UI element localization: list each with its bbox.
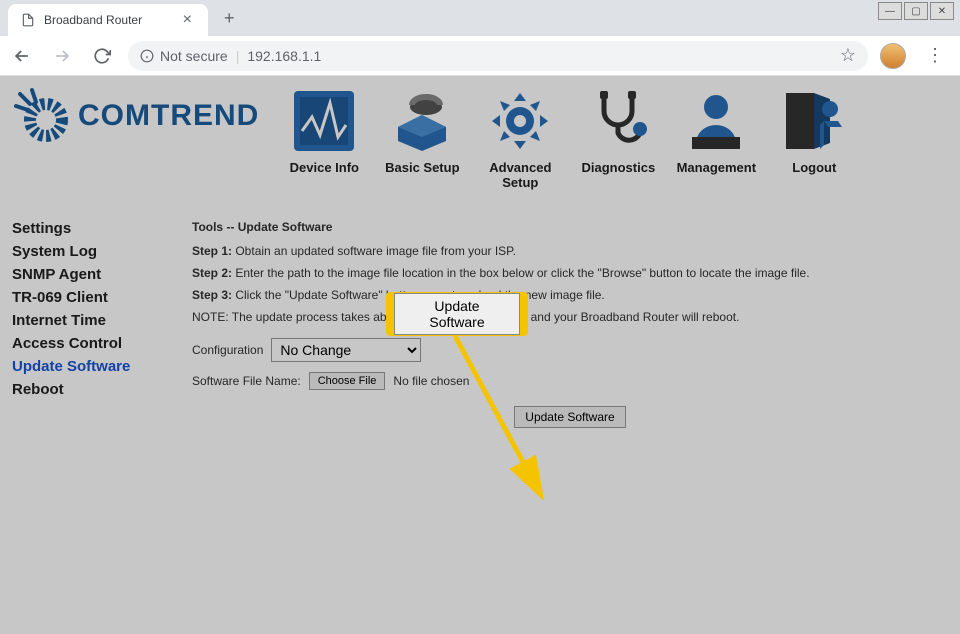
- file-chosen-text: No file chosen: [393, 374, 469, 388]
- close-window-button[interactable]: ✕: [930, 2, 954, 20]
- minimize-button[interactable]: —: [878, 2, 902, 20]
- nav-advanced-setup[interactable]: Advanced Setup: [475, 86, 565, 190]
- sidebar-item-snmp-agent[interactable]: SNMP Agent: [12, 266, 192, 283]
- choose-file-button[interactable]: Choose File: [309, 372, 386, 390]
- update-software-button[interactable]: Update Software: [514, 406, 625, 428]
- step-2: Step 2: Enter the path to the image file…: [192, 266, 948, 280]
- close-tab-icon[interactable]: ×: [179, 11, 196, 29]
- profile-avatar[interactable]: [880, 43, 906, 69]
- sidebar-item-settings[interactable]: Settings: [12, 220, 192, 237]
- browser-chrome: — ▢ ✕ Broadband Router × + Not secure: [0, 0, 960, 76]
- brand-logo: COMTREND: [12, 86, 259, 146]
- sidebar-item-internet-time[interactable]: Internet Time: [12, 312, 192, 329]
- file-row: Software File Name: Choose File No file …: [192, 372, 948, 390]
- not-secure-label: Not secure: [160, 48, 228, 64]
- info-icon: [140, 49, 154, 63]
- logout-icon: [779, 86, 849, 156]
- main-content: Tools -- Update Software Step 1: Obtain …: [192, 200, 948, 428]
- configuration-select[interactable]: No Change: [271, 338, 421, 362]
- tab-bar: Broadband Router × +: [0, 0, 960, 36]
- address-bar: Not secure | 192.168.1.1 ☆ ⋮: [0, 36, 960, 76]
- logo-mark-icon: [12, 86, 72, 146]
- management-icon: [681, 86, 751, 156]
- advanced-setup-icon: [485, 86, 555, 156]
- file-icon: [20, 12, 36, 28]
- sidebar-item-reboot[interactable]: Reboot: [12, 381, 192, 398]
- window-controls: — ▢ ✕: [878, 2, 954, 20]
- sidebar-item-system-log[interactable]: System Log: [12, 243, 192, 260]
- basic-setup-icon: [387, 86, 457, 156]
- sidebar-item-access-control[interactable]: Access Control: [12, 335, 192, 352]
- maximize-button[interactable]: ▢: [904, 2, 928, 20]
- url-text: 192.168.1.1: [247, 48, 321, 64]
- nav-diagnostics[interactable]: Diagnostics: [573, 86, 663, 190]
- nav-device-info[interactable]: Device Info: [279, 86, 369, 190]
- step-3: Step 3: Click the "Update Software" butt…: [192, 288, 948, 302]
- nav-logout[interactable]: Logout: [769, 86, 859, 190]
- security-indicator[interactable]: Not secure: [140, 48, 228, 64]
- reload-button[interactable]: [88, 42, 116, 70]
- tab-title: Broadband Router: [44, 13, 179, 27]
- sidebar-item-update-software[interactable]: Update Software: [12, 358, 192, 375]
- nav-basic-setup[interactable]: Basic Setup: [377, 86, 467, 190]
- step-1: Step 1: Obtain an updated software image…: [192, 244, 948, 258]
- forward-button[interactable]: [48, 42, 76, 70]
- nav-management[interactable]: Management: [671, 86, 761, 190]
- new-tab-button[interactable]: +: [216, 4, 243, 33]
- device-info-icon: [289, 86, 359, 156]
- diagnostics-icon: [583, 86, 653, 156]
- sidebar-item-tr069-client[interactable]: TR-069 Client: [12, 289, 192, 306]
- browser-menu-button[interactable]: ⋮: [918, 41, 952, 70]
- file-label: Software File Name:: [192, 374, 301, 388]
- configuration-row: Configuration No Change: [192, 338, 948, 362]
- note-text: NOTE: The update process takes about 2 m…: [192, 310, 948, 324]
- back-button[interactable]: [8, 42, 36, 70]
- page-content: COMTREND Device Info Basic Setup Advance…: [0, 76, 960, 634]
- body-area: Settings System Log SNMP Agent TR-069 Cl…: [0, 190, 960, 438]
- bookmark-star-icon[interactable]: ☆: [840, 45, 856, 66]
- brand-name: COMTREND: [78, 99, 259, 133]
- configuration-label: Configuration: [192, 343, 263, 357]
- url-input[interactable]: Not secure | 192.168.1.1 ☆: [128, 41, 868, 71]
- header-area: COMTREND Device Info Basic Setup Advance…: [0, 76, 960, 190]
- sidebar: Settings System Log SNMP Agent TR-069 Cl…: [12, 200, 192, 428]
- page-title: Tools -- Update Software: [192, 220, 948, 234]
- browser-tab[interactable]: Broadband Router ×: [8, 4, 208, 36]
- top-nav: Device Info Basic Setup Advanced Setup D…: [279, 86, 859, 190]
